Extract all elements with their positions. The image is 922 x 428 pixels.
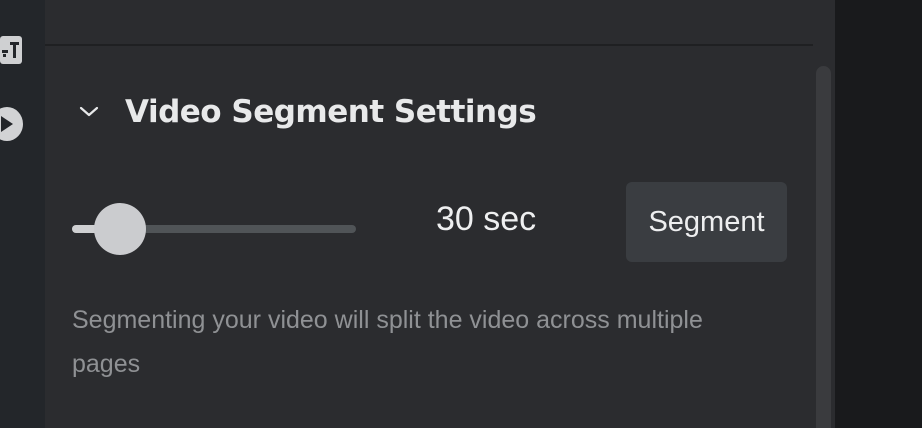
left-rail [0, 0, 45, 428]
segment-help-text: Segmenting your video will split the vid… [72, 306, 703, 378]
add-text-icon[interactable] [0, 36, 22, 64]
chevron-down-icon[interactable] [71, 90, 107, 134]
section-header[interactable]: Video Segment Settings [71, 90, 537, 134]
right-canvas-area [835, 0, 922, 428]
settings-panel: Video Segment Settings 30 sec Segment Se… [45, 0, 835, 428]
play-icon[interactable] [0, 107, 23, 141]
section-title: Video Segment Settings [125, 94, 537, 130]
segment-duration-slider[interactable] [72, 200, 358, 256]
segment-button[interactable]: Segment [626, 182, 787, 262]
panel-divider [45, 44, 813, 46]
segment-duration-value: 30 sec [436, 200, 537, 238]
app: Video Segment Settings 30 sec Segment Se… [0, 0, 922, 428]
slider-thumb[interactable] [94, 203, 147, 255]
scrollbar[interactable] [816, 66, 831, 428]
